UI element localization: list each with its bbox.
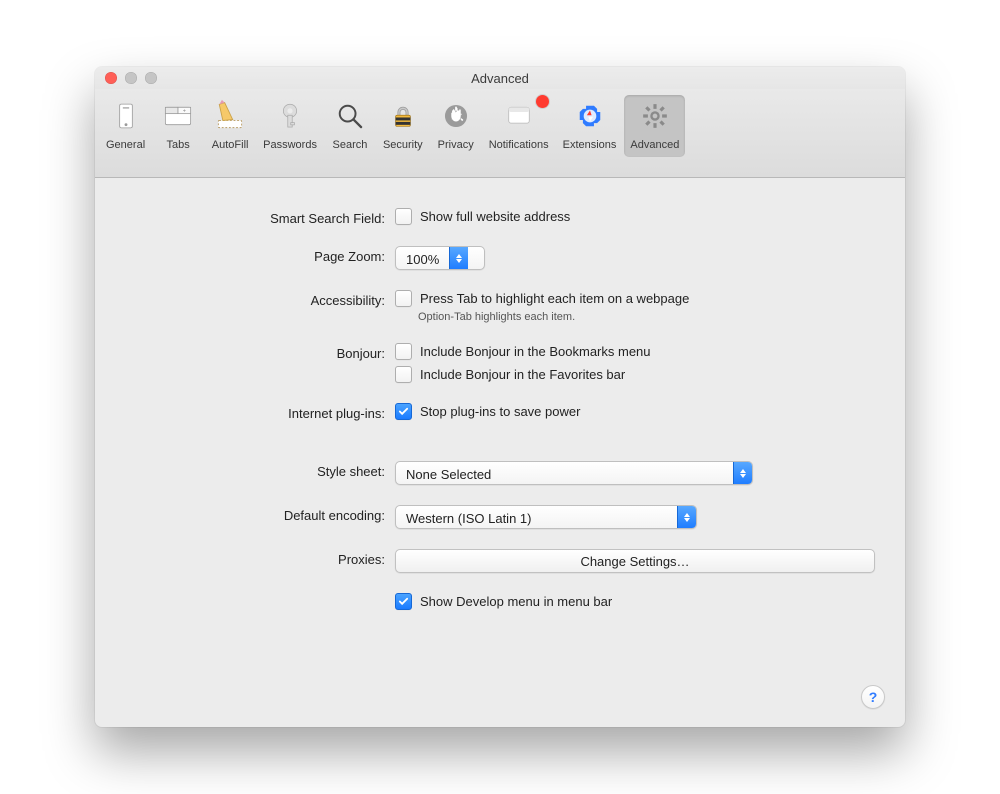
- select-arrows-icon: [449, 247, 468, 269]
- checkbox-label: Stop plug-ins to save power: [420, 404, 580, 419]
- bonjour-label: Bonjour:: [125, 343, 395, 361]
- tab-label: Advanced: [630, 139, 679, 151]
- checkbox-icon: [395, 593, 412, 610]
- tab-label: Extensions: [563, 139, 617, 151]
- tab-label: Privacy: [438, 139, 474, 151]
- style-sheet-label: Style sheet:: [125, 461, 395, 479]
- tab-label: Notifications: [489, 139, 549, 151]
- window-title: Advanced: [95, 71, 905, 86]
- search-icon: [331, 97, 369, 135]
- tabs-icon: +: [159, 97, 197, 135]
- checkbox-icon: [395, 290, 412, 307]
- checkbox-label: Include Bonjour in the Bookmarks menu: [420, 344, 651, 359]
- proxies-label: Proxies:: [125, 549, 395, 567]
- smart-search-label: Smart Search Field:: [125, 208, 395, 226]
- tab-label: Security: [383, 139, 423, 151]
- privacy-icon: [437, 97, 475, 135]
- tab-security[interactable]: Security: [377, 95, 429, 157]
- autofill-icon: [211, 97, 249, 135]
- checkbox-label: Press Tab to highlight each item on a we…: [420, 291, 689, 306]
- tab-notifications[interactable]: Notifications: [483, 95, 555, 157]
- select-arrows-icon: [677, 506, 696, 528]
- change-settings-button[interactable]: Change Settings…: [395, 549, 875, 573]
- stop-plugins-checkbox[interactable]: Stop plug-ins to save power: [395, 403, 875, 420]
- accessibility-hint: Option-Tab highlights each item.: [418, 311, 875, 323]
- style-sheet-select[interactable]: None Selected: [395, 461, 753, 485]
- passwords-icon: [271, 97, 309, 135]
- select-value: None Selected: [396, 462, 733, 484]
- checkbox-label: Show full website address: [420, 209, 570, 224]
- select-value: 100%: [396, 247, 449, 269]
- window-controls: [95, 72, 157, 84]
- notifications-icon: [500, 97, 538, 135]
- checkbox-label: Show Develop menu in menu bar: [420, 594, 612, 609]
- select-arrows-icon: [733, 462, 752, 484]
- preferences-toolbar: General + Tabs: [95, 89, 905, 178]
- preferences-window: Advanced General: [95, 67, 905, 727]
- svg-text:+: +: [183, 108, 186, 114]
- tab-advanced[interactable]: Advanced: [624, 95, 685, 157]
- tab-label: Passwords: [263, 139, 317, 151]
- checkbox-icon: [395, 366, 412, 383]
- tab-label: Search: [333, 139, 368, 151]
- tab-general[interactable]: General: [100, 95, 151, 157]
- help-button[interactable]: ?: [861, 685, 885, 709]
- tab-autofill[interactable]: AutoFill: [205, 95, 255, 157]
- tab-extensions[interactable]: Extensions: [557, 95, 623, 157]
- checkbox-icon: [395, 403, 412, 420]
- show-full-address-checkbox[interactable]: Show full website address: [395, 208, 875, 225]
- checkbox-icon: [395, 343, 412, 360]
- page-zoom-label: Page Zoom:: [125, 246, 395, 264]
- tab-label: Tabs: [167, 139, 190, 151]
- window-minimize-button[interactable]: [125, 72, 137, 84]
- bonjour-favorites-checkbox[interactable]: Include Bonjour in the Favorites bar: [395, 366, 875, 383]
- press-tab-checkbox[interactable]: Press Tab to highlight each item on a we…: [395, 290, 875, 307]
- tab-label: General: [106, 139, 145, 151]
- default-encoding-select[interactable]: Western (ISO Latin 1): [395, 505, 697, 529]
- tab-privacy[interactable]: Privacy: [431, 95, 481, 157]
- checkbox-label: Include Bonjour in the Favorites bar: [420, 367, 625, 382]
- accessibility-label: Accessibility:: [125, 290, 395, 308]
- advanced-icon: [636, 97, 674, 135]
- plugins-label: Internet plug-ins:: [125, 403, 395, 421]
- extensions-icon: [571, 97, 609, 135]
- window-zoom-button[interactable]: [145, 72, 157, 84]
- show-develop-menu-checkbox[interactable]: Show Develop menu in menu bar: [395, 593, 875, 610]
- notifications-badge: [536, 95, 549, 108]
- tab-tabs[interactable]: + Tabs: [153, 95, 203, 157]
- titlebar: Advanced: [95, 67, 905, 89]
- security-icon: [384, 97, 422, 135]
- window-close-button[interactable]: [105, 72, 117, 84]
- bonjour-bookmarks-checkbox[interactable]: Include Bonjour in the Bookmarks menu: [395, 343, 875, 360]
- page-zoom-select[interactable]: 100%: [395, 246, 485, 270]
- default-encoding-label: Default encoding:: [125, 505, 395, 523]
- general-icon: [107, 97, 145, 135]
- tab-passwords[interactable]: Passwords: [257, 95, 323, 157]
- checkbox-icon: [395, 208, 412, 225]
- select-value: Western (ISO Latin 1): [396, 506, 677, 528]
- tab-label: AutoFill: [212, 139, 249, 151]
- preferences-body: Smart Search Field: Show full website ad…: [95, 178, 905, 727]
- tab-search[interactable]: Search: [325, 95, 375, 157]
